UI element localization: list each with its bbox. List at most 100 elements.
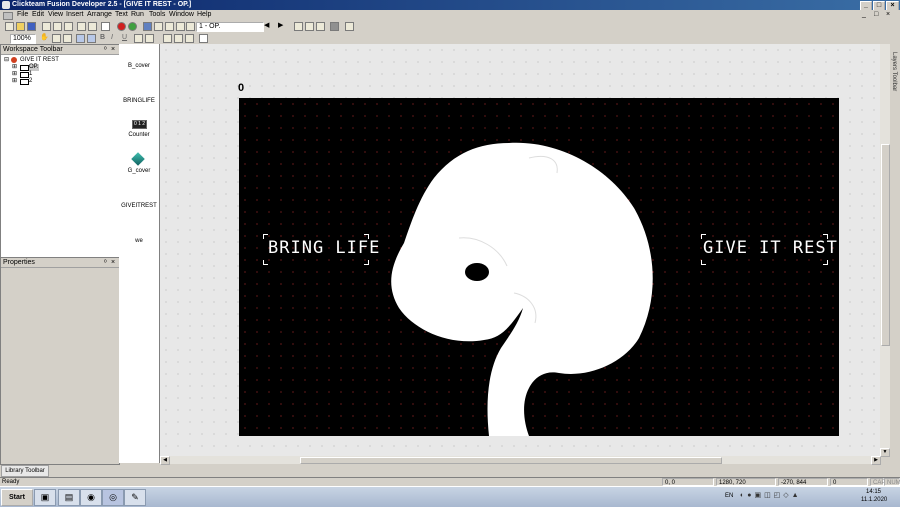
tree-item-frame-op[interactable]: OP.: [29, 64, 39, 71]
child-close-button[interactable]: ×: [886, 10, 890, 20]
italic-icon[interactable]: I: [111, 34, 118, 41]
snap-toggle-icon[interactable]: [63, 34, 72, 43]
bold-icon[interactable]: B: [100, 34, 107, 41]
fit-frame-icon[interactable]: [199, 34, 208, 43]
corner-bracket: [823, 234, 828, 239]
zoom-select[interactable]: 100%: [10, 34, 36, 44]
next-frame-icon[interactable]: ▶: [278, 22, 285, 29]
frame-icon: [20, 79, 29, 85]
scroll-right-icon[interactable]: ▶: [871, 456, 881, 465]
storyboard-icon[interactable]: [143, 22, 152, 31]
tree-item-frame-2[interactable]: 2: [29, 78, 32, 85]
font-color-icon[interactable]: [134, 34, 143, 43]
fill-color-icon[interactable]: [145, 34, 154, 43]
tree-expander[interactable]: ⊟: [4, 57, 9, 64]
object-we[interactable]: we: [120, 238, 158, 244]
menu-text[interactable]: Text: [115, 10, 128, 20]
taskbar-app-icon[interactable]: ▤: [58, 489, 80, 506]
object-g-cover[interactable]: G_cover: [120, 168, 158, 174]
give-it-rest-button[interactable]: GIVE IT REST: [703, 238, 838, 258]
close-icon[interactable]: ×: [111, 45, 115, 54]
zoom-window-icon[interactable]: [345, 22, 354, 31]
taskbar-app-icon[interactable]: ▣: [34, 489, 56, 506]
grid-toggle-icon[interactable]: [52, 34, 61, 43]
menu-insert[interactable]: Insert: [66, 10, 84, 20]
copy-icon[interactable]: [53, 22, 62, 31]
object-b-cover[interactable]: B_cover: [120, 63, 158, 69]
tree-expander[interactable]: ⊞: [12, 64, 17, 71]
menu-view[interactable]: View: [48, 10, 63, 20]
tree-expander[interactable]: ⊞: [12, 71, 17, 78]
text-align-left-icon[interactable]: [163, 34, 172, 43]
paste-icon[interactable]: [64, 22, 73, 31]
prev-frame-icon[interactable]: ◀: [264, 22, 271, 29]
start-button[interactable]: Start: [1, 489, 33, 506]
properties-header: Properties ᵒ ×: [1, 258, 119, 268]
menu-file[interactable]: File: [17, 10, 28, 20]
help-icon[interactable]: [101, 22, 110, 31]
layers-toolbar-tab[interactable]: Layers Toolbar: [890, 44, 900, 456]
bring-life-button[interactable]: BRING LIFE: [268, 238, 380, 258]
counter-object-icon[interactable]: 0 1 2: [132, 120, 147, 129]
embryo-illustration[interactable]: [239, 98, 839, 436]
menu-window[interactable]: Window: [169, 10, 194, 20]
child-minimize-button[interactable]: _: [862, 10, 866, 20]
view-mode-1-icon[interactable]: [76, 34, 85, 43]
object-bringlife[interactable]: BRINGLIFE: [120, 98, 158, 104]
layers-toolbar-label[interactable]: Layers Toolbar: [891, 52, 897, 91]
fusion-icon[interactable]: ◎: [102, 489, 124, 506]
chrome-icon[interactable]: ◉: [80, 489, 102, 506]
taskbar-app-icon[interactable]: ✎: [124, 489, 146, 506]
text-align-center-icon[interactable]: [174, 34, 183, 43]
pin-icon[interactable]: ᵒ: [104, 258, 107, 267]
game-frame[interactable]: BRING LIFE GIVE IT REST: [239, 98, 839, 436]
data-elements-icon[interactable]: [186, 22, 195, 31]
undo-icon[interactable]: [77, 22, 86, 31]
redo-icon[interactable]: [88, 22, 97, 31]
align-right-icon[interactable]: [316, 22, 325, 31]
caps-indicator: CAP: [870, 478, 885, 486]
language-indicator[interactable]: EN: [725, 493, 733, 500]
menu-run[interactable]: Run: [131, 10, 144, 20]
child-restore-button[interactable]: □: [874, 10, 878, 20]
event-list-icon[interactable]: [176, 22, 185, 31]
pin-icon[interactable]: ᵒ: [104, 45, 107, 54]
run-application-icon[interactable]: [117, 22, 126, 31]
cut-icon[interactable]: [42, 22, 51, 31]
align-left-icon[interactable]: [294, 22, 303, 31]
frame-editor-icon[interactable]: [154, 22, 163, 31]
menu-edit[interactable]: Edit: [32, 10, 44, 20]
close-icon[interactable]: ×: [111, 258, 115, 267]
hand-tool-icon[interactable]: ✋: [40, 34, 49, 41]
new-file-icon[interactable]: [5, 22, 14, 31]
counter-display[interactable]: 0: [238, 82, 244, 94]
text-align-right-icon[interactable]: [185, 34, 194, 43]
menu-arrange[interactable]: Arrange: [87, 10, 112, 20]
event-editor-icon[interactable]: [165, 22, 174, 31]
tree-expander[interactable]: ⊞: [12, 78, 17, 85]
horizontal-scroll-thumb[interactable]: [300, 457, 722, 464]
frame-select[interactable]: 1 - OP.: [196, 22, 264, 32]
save-icon[interactable]: [27, 22, 36, 31]
vertical-scrollbar[interactable]: ▼: [880, 44, 890, 457]
scroll-down-icon[interactable]: ▼: [880, 448, 890, 457]
view-mode-2-icon[interactable]: [87, 34, 96, 43]
menu-tools[interactable]: Tools: [149, 10, 165, 20]
object-counter[interactable]: Counter: [120, 132, 158, 138]
tray-icons[interactable]: ◐●▣◫◰◇▲: [740, 492, 810, 499]
underline-icon[interactable]: U: [122, 34, 129, 41]
open-file-icon[interactable]: [16, 22, 25, 31]
object-giveitrest[interactable]: GIVEITREST: [120, 203, 158, 209]
align-center-icon[interactable]: [305, 22, 314, 31]
run-frame-icon[interactable]: [128, 22, 137, 31]
scroll-left-icon[interactable]: ◀: [160, 456, 170, 465]
doc-icon[interactable]: [3, 12, 13, 20]
app-icon: [2, 1, 10, 9]
grid-icon[interactable]: [330, 22, 339, 31]
tree-item-frame-1[interactable]: 1: [29, 71, 32, 78]
menu-help[interactable]: Help: [197, 10, 211, 20]
library-toolbar-tab[interactable]: Library Toolbar: [1, 465, 49, 477]
tree-item-app[interactable]: GIVE IT REST: [20, 57, 59, 64]
vertical-scroll-thumb[interactable]: [881, 144, 890, 346]
horizontal-scrollbar[interactable]: ◀ ▶: [160, 456, 881, 465]
